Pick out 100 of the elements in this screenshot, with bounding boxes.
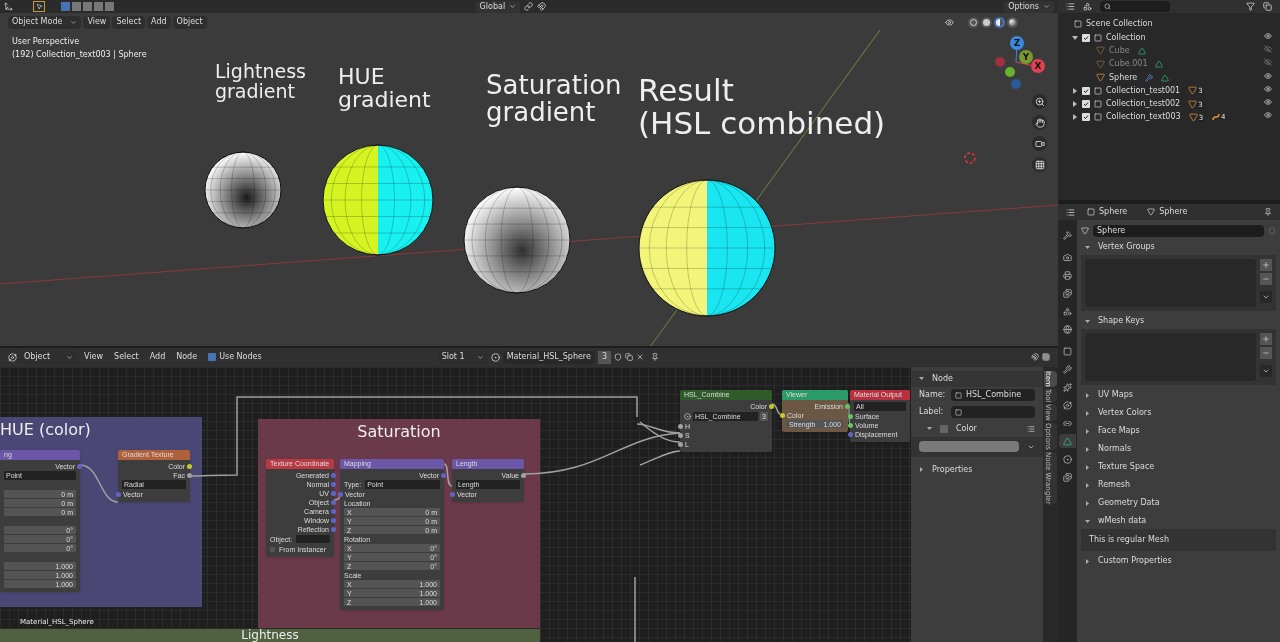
funnel-icon[interactable]	[1246, 2, 1255, 11]
panel-header[interactable]: Remesh	[1098, 479, 1131, 491]
mesh-data-icon[interactable]	[1081, 226, 1089, 235]
menu-item[interactable]: Node	[172, 351, 202, 364]
checkbox[interactable]	[940, 424, 948, 433]
expand-arrow[interactable]	[1085, 500, 1090, 506]
socket[interactable]	[769, 403, 774, 409]
zoom-icon[interactable]	[1032, 94, 1047, 109]
chevron-icon[interactable]	[1260, 365, 1272, 377]
expand-arrow[interactable]	[1085, 446, 1090, 452]
expand-arrow[interactable]	[1072, 87, 1078, 94]
socket[interactable]	[187, 463, 192, 469]
camera-icon[interactable]	[1032, 136, 1047, 151]
socket[interactable]	[848, 413, 853, 419]
outliner-item[interactable]: Collection	[1106, 31, 1146, 44]
display-mode-icon[interactable]	[1066, 2, 1075, 11]
socket[interactable]	[848, 422, 853, 428]
panel-header[interactable]: Texture Space	[1098, 461, 1155, 473]
magnet-icon[interactable]	[537, 2, 547, 11]
expand-arrow[interactable]	[919, 376, 924, 382]
expand-arrow[interactable]	[1085, 410, 1090, 416]
pin-icon[interactable]	[1264, 208, 1272, 216]
panel-header[interactable]: wMesh data	[1098, 515, 1147, 527]
closed-eye-icon[interactable]	[1264, 44, 1272, 53]
chevron-icon[interactable]	[1260, 291, 1272, 303]
menu-item[interactable]: Add	[147, 15, 171, 29]
close-icon[interactable]	[636, 353, 644, 362]
panel-header[interactable]: Vertex Colors	[1098, 407, 1152, 419]
socket[interactable]	[678, 432, 683, 438]
socket[interactable]	[331, 499, 336, 505]
editor-type-icon[interactable]	[1066, 207, 1075, 217]
plus-icon[interactable]	[1260, 259, 1272, 271]
shading-mode-icon[interactable]	[968, 16, 979, 28]
eye-icon[interactable]	[945, 17, 954, 27]
name-field[interactable]: HSL_Combine	[951, 389, 1035, 402]
mesh-name-field[interactable]: Sphere	[1093, 224, 1264, 237]
menu-item[interactable]: Select	[110, 351, 143, 364]
panel-header[interactable]: Normals	[1098, 443, 1132, 455]
outliner-item[interactable]: Cube.001	[1109, 58, 1148, 71]
menu-item[interactable]: View	[80, 351, 108, 364]
expand-arrow[interactable]	[1085, 482, 1090, 488]
pin-icon[interactable]	[651, 353, 659, 362]
expand-arrow[interactable]	[919, 467, 924, 473]
panel-header[interactable]: Custom Properties	[1098, 555, 1172, 567]
outliner-item[interactable]: Collection_test001	[1106, 84, 1181, 97]
panel-header[interactable]: Properties	[932, 463, 973, 476]
search-field[interactable]	[1100, 1, 1170, 12]
socket[interactable]	[848, 431, 853, 437]
checkbox[interactable]	[1082, 33, 1090, 42]
expand-arrow[interactable]	[1085, 392, 1090, 398]
menu-item[interactable]: View	[83, 15, 111, 29]
socket[interactable]	[521, 472, 526, 478]
eye-icon[interactable]	[1264, 71, 1272, 80]
triangle-icon[interactable]	[1059, 434, 1076, 448]
eye-icon[interactable]	[1264, 111, 1272, 120]
mode-dropdown[interactable]: Object Mode	[8, 15, 82, 29]
editor-type-icon[interactable]	[8, 352, 17, 362]
closed-eye-icon[interactable]	[1264, 58, 1272, 67]
expand-arrow[interactable]	[1072, 114, 1078, 121]
menu-item[interactable]: Add	[145, 351, 170, 364]
checkbox[interactable]	[208, 353, 217, 362]
panel-header[interactable]: Shape Keys	[1098, 315, 1145, 327]
shading-mode-icon[interactable]	[1007, 16, 1018, 28]
new-collection-icon[interactable]	[1263, 2, 1272, 11]
orientation-dropdown[interactable]: Global	[475, 0, 521, 13]
expand-arrow[interactable]	[1085, 428, 1090, 434]
panel-header[interactable]: Face Maps	[1098, 425, 1140, 437]
eye-icon[interactable]	[1264, 84, 1272, 93]
hand-icon[interactable]	[1032, 115, 1047, 130]
socket[interactable]	[780, 412, 785, 418]
expand-arrow[interactable]	[1072, 101, 1078, 108]
outliner-item[interactable]: Collection_test002	[1106, 98, 1181, 111]
menu-item[interactable]: Select	[112, 15, 146, 29]
options-dropdown[interactable]: Options	[1004, 0, 1054, 13]
select-tool-icon[interactable]	[33, 1, 45, 12]
snap-icon[interactable]	[1031, 353, 1039, 362]
node-tree-icon[interactable]	[684, 412, 691, 420]
list-icon[interactable]	[1027, 424, 1035, 433]
outliner-item[interactable]: Cube	[1109, 44, 1130, 57]
eye-icon[interactable]	[1264, 31, 1272, 40]
expand-arrow[interactable]	[1085, 464, 1090, 470]
checkbox[interactable]	[1082, 113, 1090, 122]
socket[interactable]	[845, 403, 850, 409]
expand-arrow[interactable]	[1085, 518, 1090, 524]
eye-icon[interactable]	[1264, 98, 1272, 107]
node-frame[interactable]: Lightness	[0, 628, 540, 642]
panel-header[interactable]: Geometry Data	[1098, 497, 1160, 509]
color-swatch[interactable]	[919, 441, 1019, 453]
socket[interactable]	[678, 423, 683, 429]
outliner-item[interactable]: Collection_text003	[1106, 111, 1181, 124]
checkbox[interactable]	[1082, 100, 1090, 109]
plus-icon[interactable]	[1260, 333, 1272, 345]
shading-mode-icon[interactable]	[994, 16, 1005, 28]
outliner-item[interactable]: Scene Collection	[1086, 18, 1153, 30]
shading-mode-icon[interactable]	[981, 16, 992, 28]
axis-gizmo[interactable]: Z Y X	[995, 36, 1045, 89]
material-name-field[interactable]: Material_HSL_Sphere	[502, 350, 595, 364]
copy-icon[interactable]	[625, 353, 633, 362]
socket[interactable]	[678, 441, 683, 447]
outliner-item[interactable]: Sphere	[1109, 71, 1138, 84]
